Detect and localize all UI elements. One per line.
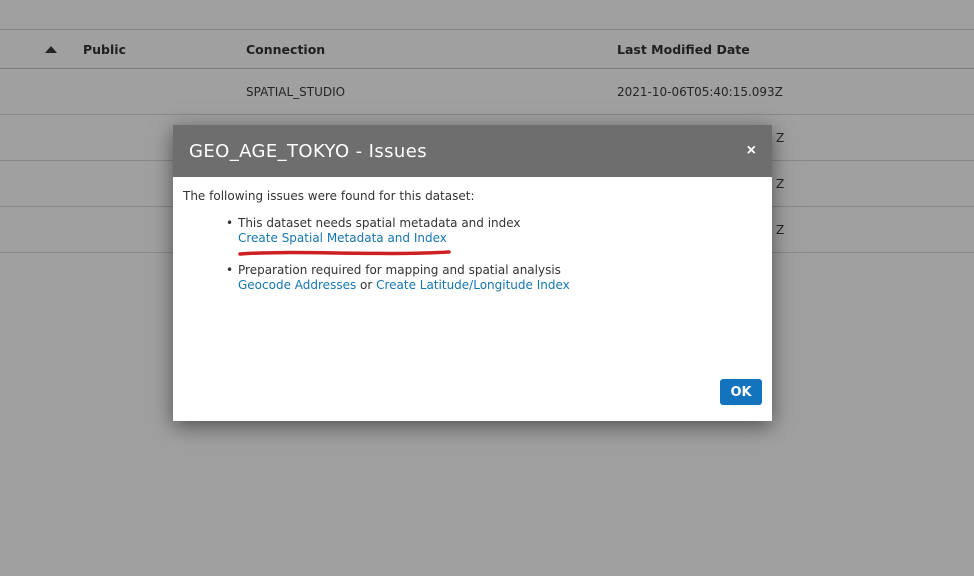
ok-button[interactable]: OK: [720, 379, 762, 405]
bullet-icon: •: [226, 263, 238, 293]
create-spatial-metadata-link[interactable]: Create Spatial Metadata and Index: [238, 231, 447, 245]
dialog-body: The following issues were found for this…: [173, 177, 772, 421]
red-underline-annotation: [238, 246, 521, 254]
issue-item: • This dataset needs spatial metadata an…: [183, 216, 762, 254]
issue-item: • Preparation required for mapping and s…: [183, 263, 762, 293]
conjunction-text: or: [356, 278, 376, 292]
create-lat-long-index-link[interactable]: Create Latitude/Longitude Index: [376, 278, 570, 292]
bullet-icon: •: [226, 216, 238, 254]
geocode-addresses-link[interactable]: Geocode Addresses: [238, 278, 356, 292]
dialog-title: GEO_AGE_TOKYO - Issues: [189, 141, 745, 162]
dialog-intro-text: The following issues were found for this…: [183, 189, 762, 203]
issue-text: Preparation required for mapping and spa…: [238, 263, 570, 278]
dialog-titlebar: GEO_AGE_TOKYO - Issues ×: [173, 125, 772, 177]
close-icon[interactable]: ×: [745, 143, 758, 159]
issues-dialog: GEO_AGE_TOKYO - Issues × The following i…: [173, 125, 772, 421]
issue-text: This dataset needs spatial metadata and …: [238, 216, 521, 231]
